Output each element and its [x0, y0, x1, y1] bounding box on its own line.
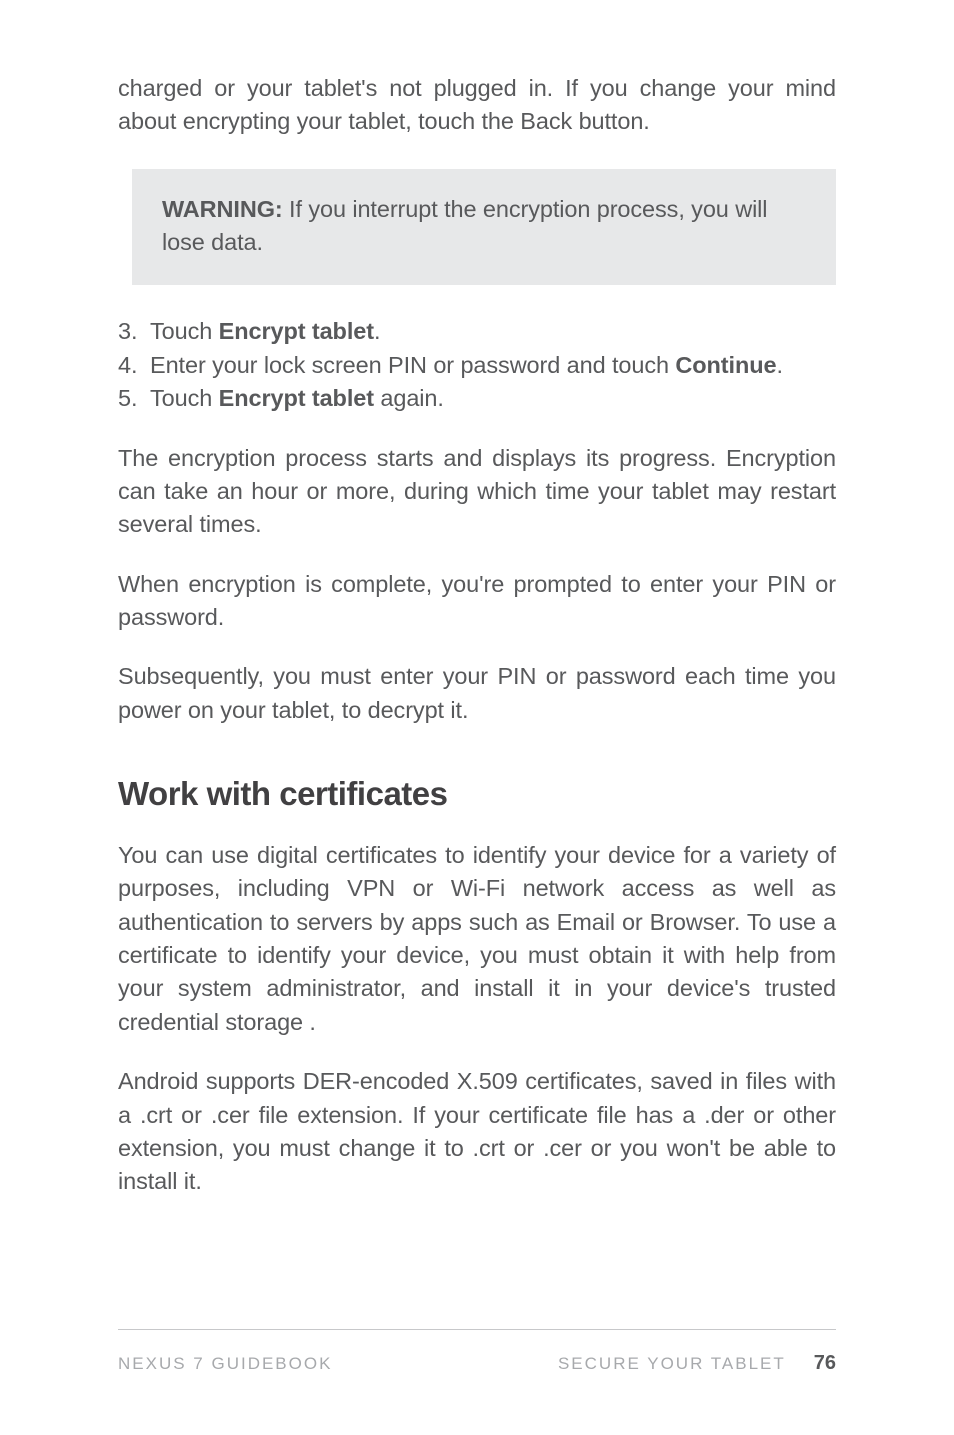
step-number: 4. [118, 349, 150, 382]
paragraph-cert-support: Android supports DER-encoded X.509 certi… [118, 1065, 836, 1198]
footer-divider [118, 1329, 836, 1330]
step-number: 3. [118, 315, 150, 348]
ordered-steps: 3. Touch Encrypt tablet. 4. Enter your l… [118, 315, 836, 415]
footer-row: NEXUS 7 GUIDEBOOK SECURE YOUR TABLET 76 [118, 1352, 836, 1375]
list-item: 3. Touch Encrypt tablet. [118, 315, 836, 348]
footer-book-title: NEXUS 7 GUIDEBOOK [118, 1354, 332, 1374]
step-text: Touch Encrypt tablet again. [150, 382, 836, 415]
warning-text: WARNING: If you interrupt the encryption… [162, 193, 806, 260]
step-number: 5. [118, 382, 150, 415]
step-prefix: Touch [150, 318, 219, 344]
list-item: 5. Touch Encrypt tablet again. [118, 382, 836, 415]
step-suffix: . [374, 318, 380, 344]
footer-section: SECURE YOUR TABLET [558, 1354, 786, 1374]
step-suffix: again. [374, 385, 444, 411]
content-area: charged or your tablet's not plugged in.… [118, 72, 836, 1199]
page-footer: NEXUS 7 GUIDEBOOK SECURE YOUR TABLET 76 [118, 1329, 836, 1375]
step-prefix: Enter your lock screen PIN or password a… [150, 352, 675, 378]
step-bold: Continue [675, 352, 776, 378]
step-bold: Encrypt tablet [219, 385, 374, 411]
page-number: 76 [814, 1352, 836, 1375]
step-suffix: . [776, 352, 782, 378]
warning-label: WARNING: [162, 196, 283, 222]
step-bold: Encrypt tablet [219, 318, 374, 344]
paragraph-complete: When encryption is complete, you're prom… [118, 568, 836, 635]
warning-callout: WARNING: If you interrupt the encryption… [132, 169, 836, 286]
list-item: 4. Enter your lock screen PIN or passwor… [118, 349, 836, 382]
step-text: Enter your lock screen PIN or password a… [150, 349, 836, 382]
heading-certificates: Work with certificates [118, 775, 836, 813]
footer-right: SECURE YOUR TABLET 76 [558, 1352, 836, 1375]
step-text: Touch Encrypt tablet. [150, 315, 836, 348]
intro-paragraph: charged or your tablet's not plugged in.… [118, 72, 836, 139]
page-container: charged or your tablet's not plugged in.… [0, 0, 954, 1435]
step-prefix: Touch [150, 385, 219, 411]
paragraph-subsequent: Subsequently, you must enter your PIN or… [118, 660, 836, 727]
paragraph-progress: The encryption process starts and displa… [118, 442, 836, 542]
paragraph-cert-intro: You can use digital certificates to iden… [118, 839, 836, 1039]
